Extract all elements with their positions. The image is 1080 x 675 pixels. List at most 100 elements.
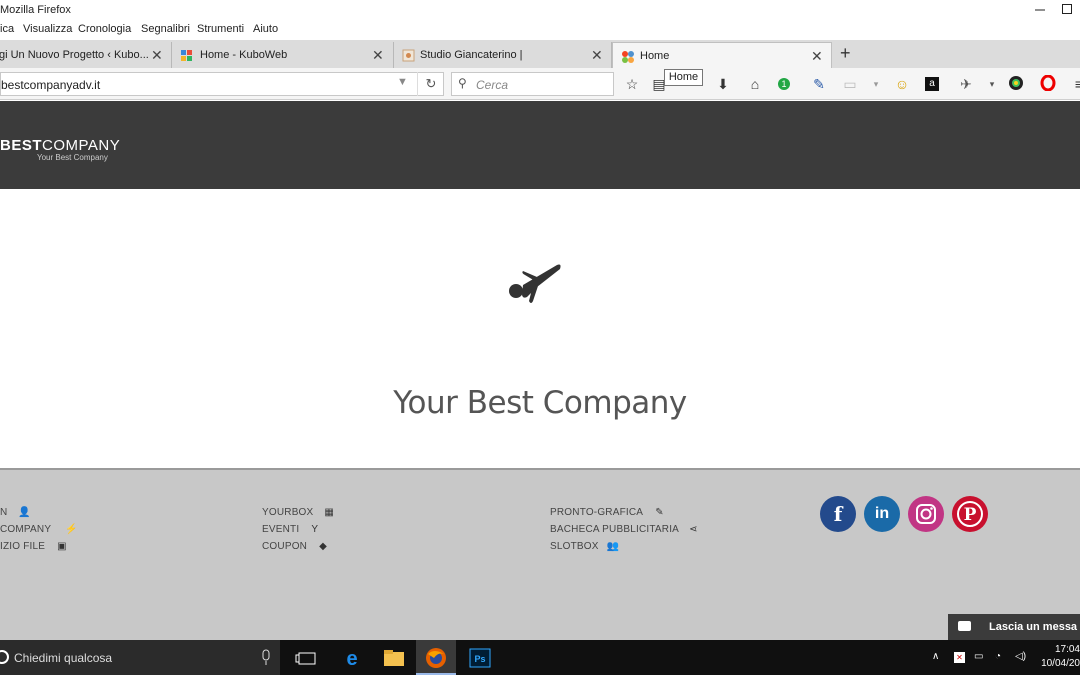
pinterest-glyph: P <box>964 505 977 525</box>
new-tab-icon[interactable]: + <box>840 43 851 64</box>
footer-link-coupon[interactable]: COUPON ◆ <box>262 541 327 552</box>
reload-icon[interactable]: ↻ <box>417 72 444 96</box>
footer-link-login[interactable]: N 👤 <box>0 507 31 518</box>
maximize-icon[interactable] <box>1062 4 1072 14</box>
windows-taskbar: Chiedimi qualcosa e Ps ∧ ✕ ▭ ◔ ◁) 17:04 … <box>0 640 1080 675</box>
acrobat-figure-icon <box>509 264 561 303</box>
menu-dropdown-icon[interactable]: ▾ <box>983 75 1001 93</box>
footer-link-bacheca[interactable]: BACHECA PUBBLICITARIA ⋖ <box>550 524 698 535</box>
extension-tool-icon[interactable]: ✈ <box>957 75 975 93</box>
facebook-icon[interactable]: f <box>820 496 856 532</box>
amazon-icon[interactable]: a <box>925 77 939 91</box>
chat-widget[interactable]: Lascia un messa <box>948 614 1080 640</box>
eyedropper-icon[interactable]: ✎ <box>810 75 828 93</box>
tab-label: Studio Giancaterino | <box>420 49 523 61</box>
close-tab-icon[interactable]: ✕ <box>372 47 384 64</box>
bookmark-star-icon[interactable]: ☆ <box>623 75 641 93</box>
archive-icon: ▦ <box>324 507 335 518</box>
users-group-icon: 👥 <box>606 541 620 552</box>
emoji-extension-icon[interactable]: ☺ <box>893 75 911 93</box>
kuboweb-favicon-icon <box>181 50 192 61</box>
site-footer: N 👤 COMPANY ⚡ IZIO FILE ▣ YOURBOX ▦ EVENTI Y … <box>0 468 1080 640</box>
system-clock[interactable]: 17:04 10/04/20 <box>1036 643 1080 671</box>
url-history-dropdown-icon[interactable]: ▼ <box>397 76 408 88</box>
close-tab-icon[interactable]: ✕ <box>591 47 603 64</box>
footer-link-label: SLOTBOX <box>550 541 599 552</box>
tab-strip: gi Un Nuovo Progetto ‹ Kubo... ✕ Home - … <box>0 40 1080 68</box>
site-logo[interactable]: BESTCOMPANY Your Best Company <box>0 137 120 162</box>
menu-item-cronologia[interactable]: Cronologia <box>78 23 131 35</box>
menu-item-modifica[interactable]: ica <box>0 23 14 35</box>
footer-link-company[interactable]: COMPANY ⚡ <box>0 524 78 535</box>
security-tray-icon[interactable]: ✕ <box>954 652 965 663</box>
battery-icon[interactable]: ▭ <box>974 651 983 662</box>
tab-label: Home <box>640 50 670 62</box>
clock-time: 17:04 <box>1054 644 1080 655</box>
tab-label: gi Un Nuovo Progetto ‹ Kubo... <box>0 49 149 61</box>
footer-link-yourbox[interactable]: YOURBOX ▦ <box>262 507 334 518</box>
minimize-icon[interactable] <box>1033 2 1047 16</box>
footer-link-label: YOURBOX <box>262 507 314 518</box>
user-icon: 👤 <box>18 507 32 518</box>
menu-dropdown-icon[interactable]: ▾ <box>867 75 885 93</box>
footer-link-invio-file[interactable]: IZIO FILE ▣ <box>0 541 67 552</box>
footer-link-pronto-grafica[interactable]: PRONTO-GRAFICA ✎ <box>550 507 664 518</box>
search-bar[interactable]: ⚲ Cerca <box>451 72 614 96</box>
wifi-icon[interactable]: ◔ <box>995 651 1001 662</box>
firefox-taskbar-button[interactable] <box>416 640 456 675</box>
photoshop-icon[interactable]: Ps <box>468 646 492 670</box>
linkedin-icon[interactable]: in <box>864 496 900 532</box>
tab-label: Home - KuboWeb <box>200 49 288 61</box>
menu-item-aiuto[interactable]: Aiuto <box>253 23 278 35</box>
instagram-icon[interactable] <box>908 496 944 532</box>
url-bar[interactable]: bestcompanyadv.it ▼ ↻ <box>0 72 444 96</box>
footer-link-label: EVENTI <box>262 524 300 535</box>
tag-icon: ◆ <box>319 541 327 552</box>
site-header: BESTCOMPANY Your Best Company <box>0 101 1080 189</box>
color-wheel-icon[interactable] <box>1007 75 1025 93</box>
footer-link-label: BACHECA PUBBLICITARIA <box>550 524 680 535</box>
footer-link-slotbox[interactable]: SLOTBOX 👥 <box>550 541 619 552</box>
cortana-circle-icon <box>0 650 9 664</box>
task-view-icon[interactable] <box>295 646 319 670</box>
tab-kubo-progetto[interactable]: gi Un Nuovo Progetto ‹ Kubo... ✕ <box>0 42 172 68</box>
joomla-favicon-icon <box>622 51 634 63</box>
menu-item-segnalibri[interactable]: Segnalibri <box>141 23 190 35</box>
svg-text:Ps: Ps <box>474 654 485 664</box>
tab-studio-giancaterino[interactable]: Studio Giancaterino | ✕ <box>394 42 612 68</box>
home-icon[interactable]: ⌂ <box>746 75 764 93</box>
file-explorer-icon[interactable] <box>382 646 406 670</box>
footer-link-label: IZIO FILE <box>0 541 46 552</box>
show-hidden-icons-icon[interactable]: ∧ <box>932 651 939 662</box>
menu-item-visualizza[interactable]: Visualizza <box>23 23 72 35</box>
edge-browser-icon[interactable]: e <box>340 646 364 670</box>
footer-link-label: PRONTO-GRAFICA <box>550 507 644 518</box>
volume-icon[interactable]: ◁) <box>1015 651 1026 662</box>
tab-home-kuboweb[interactable]: Home - KuboWeb ✕ <box>172 42 394 68</box>
cocktail-icon: Y <box>311 524 319 535</box>
downloads-icon[interactable]: ⬇ <box>714 75 732 93</box>
logo-bold-text: BEST <box>0 137 43 154</box>
cortana-search-box[interactable]: Chiedimi qualcosa <box>0 640 280 675</box>
opera-icon[interactable] <box>1039 74 1057 93</box>
extension-badge-icon[interactable]: 1 <box>778 78 790 90</box>
chat-bubble-icon <box>958 621 971 631</box>
screenshot-icon[interactable]: ▭ <box>841 75 859 93</box>
search-placeholder[interactable]: Cerca <box>476 78 508 92</box>
clock-date: 10/04/20 <box>1041 658 1080 669</box>
close-tab-icon[interactable]: ✕ <box>811 48 823 65</box>
home-tooltip: Home <box>664 69 703 86</box>
hamburger-menu-icon[interactable]: ≡ <box>1070 75 1080 93</box>
hero-title: Your Best Company <box>393 385 687 421</box>
close-tab-icon[interactable]: ✕ <box>151 47 163 64</box>
studio-favicon-icon <box>402 49 415 62</box>
footer-link-eventi[interactable]: EVENTI Y <box>262 524 318 535</box>
cortana-search-placeholder[interactable]: Chiedimi qualcosa <box>14 651 112 665</box>
microphone-icon[interactable] <box>260 649 272 667</box>
menu-item-strumenti[interactable]: Strumenti <box>197 23 244 35</box>
paintbrush-icon: ✎ <box>655 507 664 518</box>
pinterest-icon[interactable]: P <box>952 496 988 532</box>
logo-tagline: Your Best Company <box>37 153 108 162</box>
tab-home-active[interactable]: Home ✕ <box>612 42 832 68</box>
url-text[interactable]: bestcompanyadv.it <box>1 78 100 92</box>
